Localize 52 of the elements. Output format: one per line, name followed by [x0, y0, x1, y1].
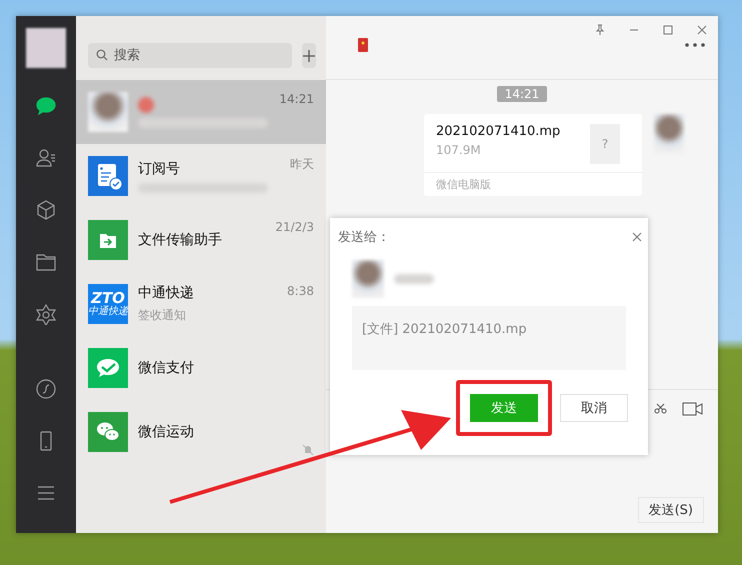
chat-list-item[interactable]: 文件传输助手 21/2/3	[76, 208, 326, 272]
search-field[interactable]: 搜索	[88, 43, 292, 68]
unknown-file-icon: ?	[590, 124, 620, 164]
chat-list-item[interactable]: ZTO 中通快递 中通快递 签收通知 8:38	[76, 272, 326, 336]
chat-bubble-icon	[35, 95, 57, 117]
chat-time: 昨天	[290, 156, 314, 173]
blurred-name	[138, 96, 154, 112]
chat-list-item[interactable]: 订阅号 昨天	[76, 144, 326, 208]
chat-name: 文件传输助手	[138, 231, 223, 249]
cancel-button[interactable]: 取消	[560, 394, 628, 422]
chat-time: 14:21	[279, 92, 314, 106]
zto-logo: ZTO 中通快递	[88, 284, 128, 324]
chat-name: 中通快递	[138, 284, 195, 302]
video-call-icon[interactable]	[682, 402, 704, 416]
chat-list-item[interactable]: 微信运动	[76, 400, 326, 464]
document-check-icon	[88, 156, 128, 196]
plus-icon	[302, 48, 316, 62]
send-button[interactable]: 发送(S)	[638, 497, 704, 523]
close-icon[interactable]	[632, 232, 642, 242]
file-name: 202102071410.mp	[436, 124, 560, 139]
file-size: 107.9M	[436, 143, 482, 157]
scissors-icon[interactable]	[654, 403, 668, 415]
avatar-placeholder	[88, 92, 128, 132]
file-message-text: [文件] 202102071410.mp	[362, 322, 527, 337]
dialog-title: 发送给：	[338, 229, 390, 246]
search-icon	[96, 49, 108, 61]
circle-link-icon	[35, 378, 57, 400]
chat-name: 微信运动	[138, 423, 195, 441]
close-icon[interactable]	[696, 24, 708, 36]
avatar-placeholder	[26, 28, 66, 68]
envelope-icon	[358, 38, 368, 52]
file-message-card[interactable]: 202102071410.mp 107.9M ? 微信电脑版	[424, 114, 642, 196]
hexagram-icon	[35, 303, 57, 325]
add-button[interactable]	[302, 43, 316, 68]
cube-icon	[35, 199, 57, 221]
file-source-label: 微信电脑版	[424, 172, 642, 196]
chat-time: 8:38	[287, 284, 314, 298]
chat-preview: 签收通知	[138, 307, 187, 324]
time-badge: 14:21	[496, 86, 548, 102]
person-icon	[35, 147, 57, 169]
check-bubble-icon	[88, 348, 128, 388]
pin-icon[interactable]	[594, 24, 606, 36]
chat-name: 订阅号	[138, 160, 181, 178]
chat-name: 微信支付	[138, 359, 195, 377]
avatar-placeholder	[654, 114, 684, 154]
maximize-icon[interactable]	[662, 24, 674, 36]
blurred-name	[394, 274, 434, 284]
chat-time: 21/2/3	[275, 220, 314, 234]
chat-list-item[interactable]: 微信支付	[76, 336, 326, 400]
more-icon[interactable]	[684, 42, 706, 48]
chat-bubbles-icon	[88, 412, 128, 452]
avatar-placeholder	[352, 260, 384, 298]
